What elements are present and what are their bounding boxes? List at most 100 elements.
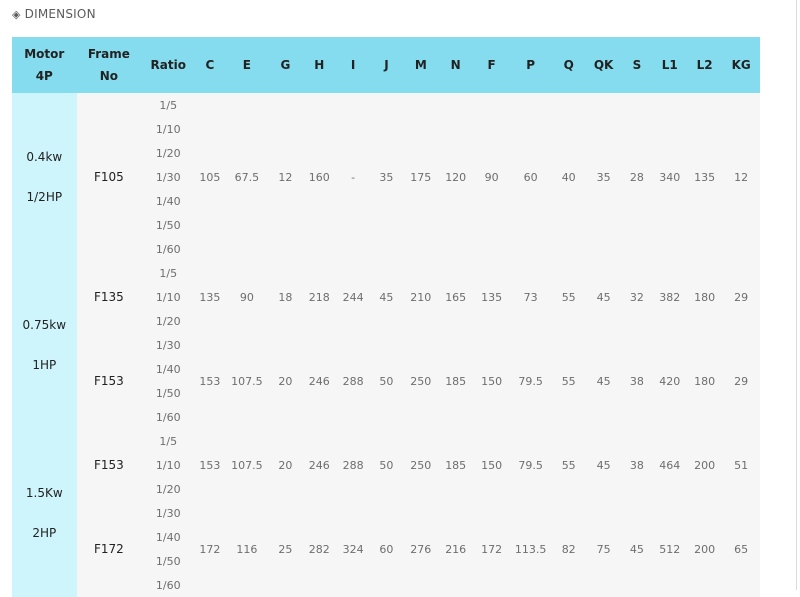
dimension-value-cell: 40 [551,93,586,261]
header-motor-line1: Motor [24,47,65,61]
header-dim: Q [551,37,586,93]
dimension-value-cell: 185 [437,429,474,501]
dimension-value-cell: 38 [621,429,653,501]
motor-cell: 0.4kw 1/2HP [12,93,77,261]
dimension-value-cell: 45 [585,333,622,429]
header-dim: N [437,37,474,93]
dimension-value-cell: 75 [585,501,622,597]
dimension-value-cell: 55 [551,261,586,333]
dimension-value-cell: 60 [369,501,404,597]
dimension-value-cell: 73 [509,261,552,333]
dimension-value-cell: - [336,93,370,261]
ratio-cell: 1/20 [141,477,196,501]
dimension-value-cell: 107.5 [224,333,270,429]
header-dim: M [403,37,438,93]
dimension-value-cell: 67.5 [224,93,270,261]
dimension-value-cell: 172 [473,501,510,597]
dimension-value-cell: 35 [585,93,622,261]
dimension-value-cell: 90 [224,261,270,333]
dimension-value-cell: 324 [336,501,370,597]
ratio-cell: 1/60 [141,405,196,429]
table-row: F153 1/30 153 107.5 20 246 288 50 250 185 150 79.5 5… [12,333,760,429]
header-dim: P [509,37,552,93]
dimension-value-cell: 113.5 [509,501,552,597]
header-dim: E [224,37,270,93]
dimension-value-cell: 55 [551,333,586,429]
ratio-cell: 1/40 [141,357,196,381]
dimension-value-cell: 200 [686,501,723,597]
motor-label: 1/2HP [26,190,63,204]
dimension-value-cell: 200 [686,429,723,501]
dimension-value-cell: 180 [686,333,723,429]
ratio-cell: 1/10 [141,285,196,309]
header-frame-line1: Frame [87,47,130,61]
frame-cell: F153 [76,429,142,501]
dimension-value-cell: 120 [437,93,474,261]
header-dim: I [336,37,370,93]
dimension-value-cell: 165 [437,261,474,333]
motor-label: 0.75kw [22,318,67,332]
dimension-value-cell: 175 [403,93,438,261]
dimension-value-cell: 90 [473,93,510,261]
scrollbar-edge [796,0,797,590]
dimension-value-cell: 18 [269,261,302,333]
ratio-cell: 1/10 [141,117,196,141]
table-row: 0.75kw 1HP F135 1/5 135 90 18 218 244 45 210 165 135… [12,261,760,429]
ratio-cell: 1/30 [141,333,196,357]
dimension-value-cell: 153 [195,333,225,429]
ratio-cell: 1/5 [141,93,196,117]
dimension-value-cell: 45 [585,261,622,333]
ratio-cell: 1/50 [141,381,196,405]
header-dim: G [269,37,302,93]
ratio-cell: 1/50 [141,549,196,573]
header-frame-line2: No [99,69,119,83]
dimension-value-cell: 38 [621,333,653,429]
section-heading: ◈ DIMENSION [12,7,96,21]
header-dim: F [473,37,510,93]
dimension-value-cell: 218 [301,261,337,333]
dimension-value-cell: 82 [551,501,586,597]
ratio-cell: 1/10 [141,453,196,477]
dimension-value-cell: 28 [621,93,653,261]
frame-cell: F172 [76,501,142,597]
dimension-value-cell: 150 [473,429,510,501]
dimension-value-cell: 50 [369,429,404,501]
header-dim: H [301,37,337,93]
header-motor-line2: 4P [35,69,53,83]
ratio-cell: 1/20 [141,141,196,165]
ratio-cell: 1/5 [141,429,196,453]
motor-label: 1.5Kw [25,486,63,500]
motor-label: 2HP [32,526,57,540]
motor-cell: 0.75kw 1HP [12,261,77,429]
dimension-value-cell: 20 [269,333,302,429]
dimension-value-cell: 45 [585,429,622,501]
dimension-value-cell: 246 [301,333,337,429]
dimension-value-cell: 288 [336,429,370,501]
header-dim: J [369,37,404,93]
dimension-value-cell: 250 [403,429,438,501]
dimension-value-cell: 55 [551,429,586,501]
ratio-cell: 1/30 [141,501,196,525]
frame-cell: F135 [76,261,142,333]
dimension-value-cell: 340 [652,93,687,261]
ratio-cell: 1/60 [141,237,196,261]
dimension-value-cell: 65 [722,501,760,597]
ratio-cell: 1/40 [141,189,196,213]
dimension-value-cell: 116 [224,501,270,597]
header-dim: C [195,37,225,93]
diamond-icon: ◈ [12,8,21,21]
dimension-value-cell: 160 [301,93,337,261]
dimension-value-cell: 29 [722,261,760,333]
dimension-value-cell: 250 [403,333,438,429]
dimension-value-cell: 282 [301,501,337,597]
dimension-value-cell: 172 [195,501,225,597]
table-row: F172 1/30 172 116 25 282 324 60 276 216 172 113.5 82… [12,501,760,597]
dimension-value-cell: 185 [437,333,474,429]
dimension-value-cell: 79.5 [509,333,552,429]
motor-label: 1HP [32,358,57,372]
dimension-value-cell: 246 [301,429,337,501]
header-motor: Motor 4P [12,37,77,93]
ratio-cell: 1/20 [141,309,196,333]
dimension-value-cell: 288 [336,333,370,429]
motor-label: 0.4kw [26,150,63,164]
